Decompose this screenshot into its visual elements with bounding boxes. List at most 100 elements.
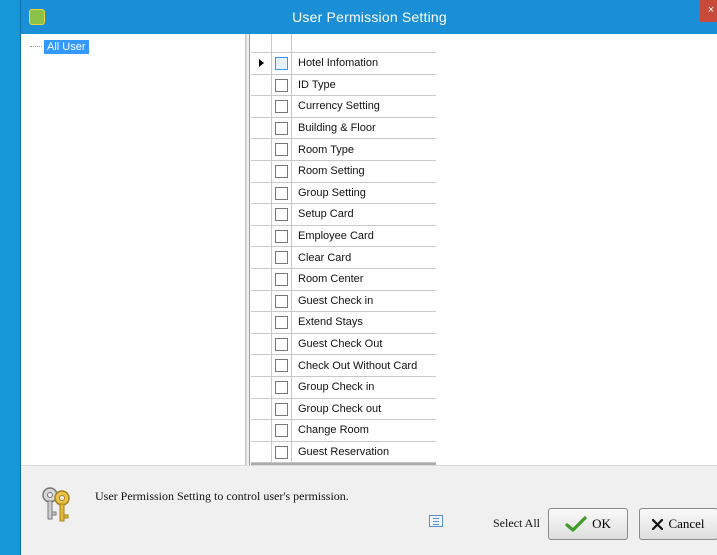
row-header-cell[interactable]	[251, 312, 272, 333]
permission-row[interactable]: Building & Floor	[251, 117, 436, 140]
row-header-cell[interactable]	[251, 74, 272, 96]
row-header-cell[interactable]	[251, 117, 272, 139]
checkbox-cell	[272, 53, 292, 74]
permission-row[interactable]: Room Setting	[251, 160, 436, 183]
footer-panel: User Permission Setting to control user'…	[21, 465, 717, 555]
permission-row[interactable]: Check Out Without Card	[251, 355, 436, 377]
permission-label: Room Setting	[298, 165, 365, 178]
permission-row[interactable]: Extend Stays	[251, 312, 436, 334]
permission-checkbox[interactable]	[275, 445, 288, 459]
checkbox-cell	[272, 204, 292, 225]
tree-node-all-user[interactable]: All User	[30, 39, 89, 54]
row-header-cell[interactable]	[251, 225, 272, 247]
close-button[interactable]: ×	[700, 0, 717, 22]
checkbox-cell	[272, 74, 292, 96]
permission-row[interactable]: Group Setting	[251, 182, 436, 205]
checkbox-cell	[272, 182, 292, 204]
permission-label: Group Check in	[298, 381, 375, 394]
panel-splitter[interactable]	[246, 34, 250, 465]
row-header-cell[interactable]	[251, 398, 272, 420]
permission-row[interactable]: Guest Check Out	[251, 333, 436, 356]
row-header-cell[interactable]	[251, 247, 272, 268]
row-header-cell[interactable]	[251, 160, 272, 182]
cancel-button[interactable]: Cancel	[639, 508, 717, 540]
permission-checkbox[interactable]	[275, 78, 288, 92]
checkbox-cell	[272, 117, 292, 139]
permission-checkbox[interactable]	[275, 272, 288, 286]
row-header-cell[interactable]	[251, 268, 272, 290]
checkbox-column-header[interactable]	[272, 34, 292, 53]
permission-checkbox[interactable]	[275, 402, 288, 416]
permission-checkbox[interactable]	[275, 100, 288, 114]
keys-icon	[42, 487, 70, 522]
permission-grid[interactable]: Hotel Infomation ID Type Currency Setting B…	[251, 34, 436, 465]
row-header-cell[interactable]	[251, 376, 272, 398]
checkbox-cell	[272, 290, 292, 312]
ok-button[interactable]: OK	[548, 508, 628, 540]
checkbox-cell	[272, 312, 292, 333]
checkbox-cell	[272, 376, 292, 398]
checkbox-cell	[272, 247, 292, 268]
permission-row[interactable]: Group Check in	[251, 376, 436, 399]
checkbox-cell	[272, 441, 292, 463]
permission-checkbox[interactable]	[275, 186, 288, 200]
permission-checkbox[interactable]	[275, 208, 288, 222]
permission-row[interactable]: Group Check out	[251, 398, 436, 421]
row-header-cell[interactable]	[251, 139, 272, 160]
permission-label: Building & Floor	[298, 122, 376, 135]
permission-checkbox[interactable]	[275, 424, 288, 438]
permission-checkbox[interactable]	[275, 380, 288, 394]
info-message: User Permission Setting to control user'…	[95, 489, 349, 503]
permission-label: Room Type	[298, 143, 355, 156]
grid-header	[251, 34, 436, 53]
checkbox-cell	[272, 420, 292, 441]
row-header-cell[interactable]	[251, 355, 272, 376]
permission-row[interactable]: Room Center	[251, 268, 436, 291]
row-header-cell[interactable]	[251, 182, 272, 204]
permission-label: Guest Reservation	[298, 445, 390, 458]
permission-row[interactable]: Employee Card	[251, 225, 436, 248]
select-all-label[interactable]: Select All	[493, 516, 540, 531]
permission-label: Extend Stays	[298, 316, 363, 329]
user-tree[interactable]: All User	[26, 34, 246, 465]
permission-row[interactable]: Setup Card	[251, 204, 436, 226]
window-title: User Permission Setting	[292, 9, 447, 25]
title-bar: User Permission Setting ×	[21, 0, 717, 34]
row-header-cell[interactable]	[251, 333, 272, 355]
row-header-cell[interactable]	[251, 290, 272, 312]
checkbox-cell	[272, 355, 292, 376]
row-header-cell[interactable]	[251, 53, 272, 74]
permission-checkbox[interactable]	[275, 143, 288, 157]
client-area: All User Hotel Infomation ID Type Currency…	[21, 34, 717, 465]
permission-checkbox[interactable]	[275, 294, 288, 308]
permission-row[interactable]: Hotel Infomation	[251, 53, 436, 75]
permission-checkbox[interactable]	[275, 359, 288, 373]
permission-label: Guest Check Out	[298, 338, 383, 351]
permission-row[interactable]: Guest Check in	[251, 290, 436, 313]
permission-label: Currency Setting	[298, 100, 380, 113]
permission-checkbox[interactable]	[275, 316, 288, 330]
permission-label: Check Out Without Card	[298, 359, 418, 372]
row-header-cell[interactable]	[251, 441, 272, 463]
row-header-cell[interactable]	[251, 420, 272, 441]
grid-icon	[429, 515, 443, 527]
permission-checkbox[interactable]	[275, 57, 288, 70]
permission-checkbox[interactable]	[275, 229, 288, 243]
permission-row[interactable]: Guest Reservation	[251, 441, 436, 464]
permission-checkbox[interactable]	[275, 121, 288, 135]
permission-row[interactable]: Room Type	[251, 139, 436, 161]
row-header-cell[interactable]	[251, 96, 272, 117]
permission-row[interactable]: Clear Card	[251, 247, 436, 269]
checkmark-icon	[565, 516, 587, 532]
permission-row[interactable]: Currency Setting	[251, 96, 436, 118]
permission-row[interactable]: Change Room	[251, 420, 436, 442]
permission-checkbox[interactable]	[275, 164, 288, 178]
permission-checkbox[interactable]	[275, 251, 288, 265]
permission-row[interactable]: ID Type	[251, 74, 436, 97]
permission-checkbox[interactable]	[275, 337, 288, 351]
row-header-column	[251, 34, 272, 53]
tree-node-label: All User	[44, 39, 89, 54]
row-header-cell[interactable]	[251, 204, 272, 225]
permission-label: Room Center	[298, 273, 364, 286]
checkbox-cell	[272, 225, 292, 247]
